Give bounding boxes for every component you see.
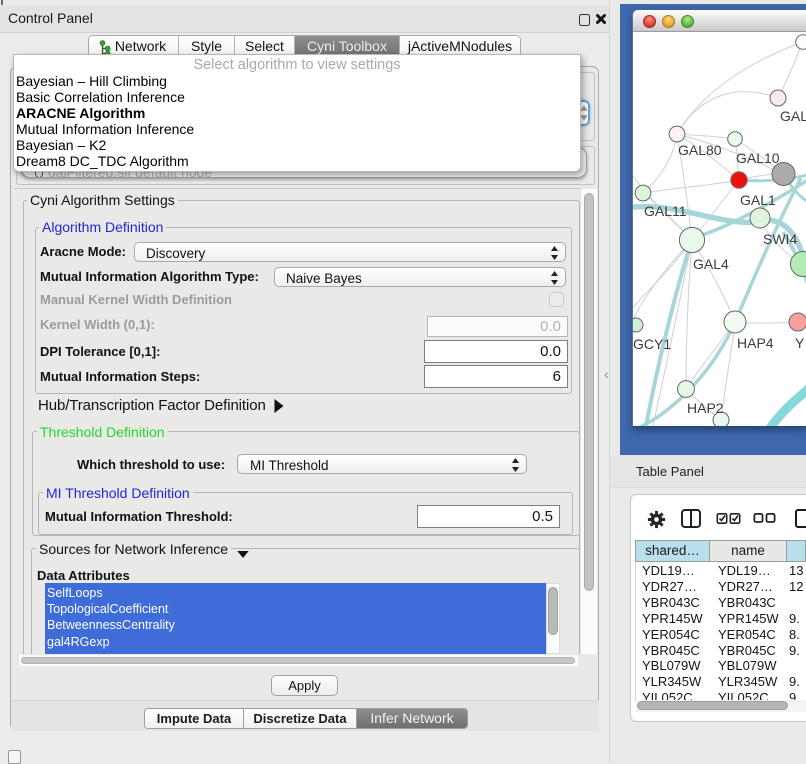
svg-text:GAL4: GAL4	[693, 256, 729, 272]
svg-text:GAL10: GAL10	[736, 150, 780, 166]
svg-text:GAL11: GAL11	[644, 203, 687, 219]
svg-text:GAL: GAL	[780, 108, 806, 124]
svg-text:HAP4: HAP4	[737, 335, 774, 351]
svg-text:SWI4: SWI4	[763, 231, 797, 247]
svg-text:GAL80: GAL80	[678, 142, 722, 158]
svg-text:HAP2: HAP2	[687, 400, 724, 416]
svg-text:Y: Y	[795, 335, 805, 351]
svg-text:GAL1: GAL1	[740, 192, 776, 208]
svg-text:GCY1: GCY1	[633, 336, 671, 352]
